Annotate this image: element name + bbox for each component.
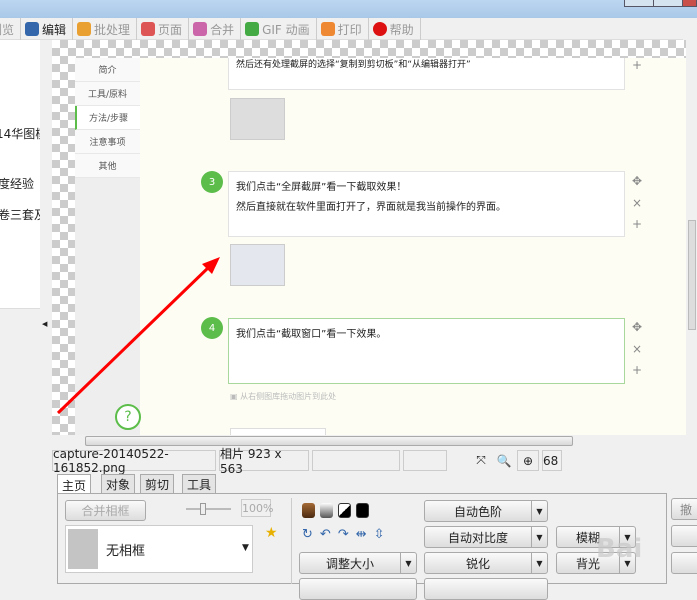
image-size: 相片 923 x 563 [219, 447, 309, 476]
auto-contrast-button[interactable]: 自动对比度 ▼ [424, 526, 548, 548]
arrow-line [56, 264, 212, 415]
toolbar-button[interactable] [671, 552, 697, 574]
frame-select[interactable]: 无相框 ▼ [65, 525, 253, 573]
blur-button[interactable]: 模糊 ▼ [556, 526, 636, 548]
backlight-label: 背光 [575, 556, 600, 571]
resize-label: 调整大小 [325, 556, 374, 571]
status-cell [312, 450, 400, 471]
horizontal-scrollbar[interactable] [52, 435, 697, 447]
frame-preview [68, 529, 98, 569]
scroll-thumb[interactable] [85, 436, 573, 446]
filename: capture-20140522-161852.png [52, 447, 216, 475]
negative-icon[interactable] [356, 503, 369, 518]
flip-vertical-icon[interactable]: ⇳ [374, 527, 385, 542]
chevron-down-icon[interactable]: ▼ [531, 501, 547, 521]
auto-levels-button[interactable]: 自动色阶 ▼ [424, 500, 548, 522]
chevron-down-icon[interactable]: ▼ [619, 527, 635, 547]
opacity-slider[interactable] [186, 503, 231, 515]
merge-frame-button[interactable]: 合并相框 [65, 500, 146, 521]
sepia-icon[interactable] [302, 503, 315, 518]
more-button[interactable] [424, 578, 548, 600]
sharpen-label: 锐化 [465, 556, 490, 571]
opacity-input[interactable]: 100% [241, 499, 273, 517]
tab-tools[interactable]: 工具 [182, 474, 217, 494]
chevron-down-icon: ▼ [242, 543, 249, 553]
grayscale-icon[interactable] [320, 503, 333, 518]
status-cell [403, 450, 447, 471]
auto-contrast-label: 自动对比度 [447, 530, 508, 545]
fit-icon[interactable]: ⤧ [471, 450, 491, 471]
chevron-down-icon[interactable]: ▼ [531, 527, 547, 547]
divider [291, 498, 292, 584]
backlight-button[interactable]: 背光 ▼ [556, 552, 636, 574]
flip-horizontal-icon[interactable]: ⇹ [356, 527, 367, 542]
chevron-down-icon[interactable]: ▼ [619, 553, 635, 573]
tab-object[interactable]: 对象 [101, 474, 136, 494]
undo-button[interactable]: 撤 [671, 498, 697, 520]
zoom-fit-icon[interactable]: ⊕ [517, 450, 539, 471]
color-effects [302, 503, 369, 518]
actual-size-icon[interactable]: 🔍 [494, 450, 514, 471]
rotate-tools: ↻ ↶ ↷ ⇹ ⇳ [302, 527, 385, 542]
blur-label: 模糊 [575, 530, 600, 545]
auto-levels-label: 自动色阶 [453, 504, 502, 519]
resize-button[interactable]: 调整大小 ▼ [299, 552, 417, 574]
home-panel: 合并相框 100% 无相框 ▼ ★ ↻ ↶ ↷ ⇹ ⇳ 调整大小 ▼ 自动色阶 ▼ 自动对比… [57, 493, 667, 600]
rotate-left-icon[interactable]: ↶ [320, 527, 331, 542]
frame-label: 无相框 [106, 544, 146, 559]
more-button[interactable] [299, 578, 417, 600]
rotate-right-icon[interactable]: ↷ [338, 527, 349, 542]
status-bar: capture-20140522-161852.png 相片 923 x 563… [52, 447, 697, 476]
chevron-down-icon[interactable]: ▼ [531, 553, 547, 573]
transparency-icon[interactable] [450, 450, 468, 471]
tab-cut[interactable]: 剪切 [140, 474, 175, 494]
star-icon[interactable]: ★ [265, 525, 278, 541]
rotate-auto-icon[interactable]: ↻ [302, 527, 313, 542]
chevron-down-icon[interactable]: ▼ [400, 553, 416, 573]
zoom-level[interactable]: 68 [542, 450, 562, 471]
redo-button[interactable] [671, 525, 697, 547]
sharpen-button[interactable]: 锐化 ▼ [424, 552, 548, 574]
bw-icon[interactable] [338, 503, 351, 518]
tab-home[interactable]: 主页 [57, 474, 92, 495]
